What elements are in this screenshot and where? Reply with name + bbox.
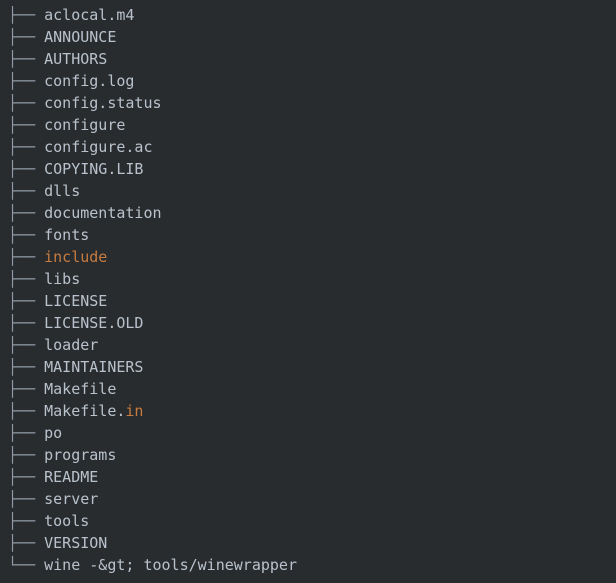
tree-entry-row: ├── server [0, 488, 616, 510]
tree-entry-row: ├── documentation [0, 202, 616, 224]
tree-branch-icon: ├── [8, 116, 45, 134]
tree-entry-row: ├── dlls [0, 180, 616, 202]
tree-entry-name: po [44, 424, 63, 442]
tree-branch-icon: ├── [8, 248, 45, 266]
tree-entry-name: AUTHORS [44, 50, 108, 68]
tree-entry-name: fonts [44, 226, 90, 244]
tree-entry-name: configure.ac [44, 138, 153, 156]
tree-entry-row: ├── LICENSE.OLD [0, 312, 616, 334]
tree-entry-row: ├── Makefile.in [0, 400, 616, 422]
tree-entry-row: ├── Makefile [0, 378, 616, 400]
tree-branch-icon: ├── [8, 512, 45, 530]
tree-branch-icon: ├── [8, 358, 45, 376]
tree-branch-icon: ├── [8, 490, 45, 508]
tree-entry-name: Makefile.in [44, 402, 143, 420]
tree-entry-row: ├── configure [0, 114, 616, 136]
tree-entry-name: config.log [44, 72, 135, 90]
tree-entry-name: wine -&gt; tools/winewrapper [44, 556, 297, 574]
tree-entry-row: ├── VERSION [0, 532, 616, 554]
tree-entry-row: ├── LICENSE [0, 290, 616, 312]
tree-entry-name: Makefile [44, 380, 117, 398]
tree-entry-name: VERSION [44, 534, 108, 552]
tree-branch-end-icon: └── [8, 556, 45, 574]
tree-entry-name: MAINTAINERS [44, 358, 144, 376]
tree-entry-name: ANNOUNCE [44, 28, 117, 46]
tree-entry-row: ├── config.log [0, 70, 616, 92]
tree-entry-name: COPYING.LIB [44, 160, 144, 178]
tree-branch-icon: ├── [8, 6, 45, 24]
tree-branch-icon: ├── [8, 226, 45, 244]
tree-entry-name: aclocal.m4 [44, 6, 135, 24]
tree-entry-row: ├── README [0, 466, 616, 488]
tree-entry-name: programs [44, 446, 117, 464]
tree-branch-icon: ├── [8, 424, 45, 442]
tree-entry-name: config.status [44, 94, 162, 112]
tree-branch-icon: ├── [8, 446, 45, 464]
tree-entry-name: loader [44, 336, 99, 354]
tree-entry-row: ├── MAINTAINERS [0, 356, 616, 378]
tree-entry-row: ├── loader [0, 334, 616, 356]
tree-branch-icon: ├── [8, 28, 45, 46]
tree-branch-icon: ├── [8, 50, 45, 68]
tree-entry-row: ├── AUTHORS [0, 48, 616, 70]
tree-entry-name: server [44, 490, 99, 508]
directory-tree-listing: ├── aclocal.m4 ├── ANNOUNCE ├── AUTHORS ├──… [0, 0, 616, 583]
tree-branch-icon: ├── [8, 534, 45, 552]
tree-entry-row: ├── fonts [0, 224, 616, 246]
tree-entry-name: include [44, 248, 108, 266]
tree-branch-icon: ├── [8, 204, 45, 222]
tree-entry-name: tools [44, 512, 90, 530]
tree-entry-name-extension: in [125, 402, 144, 420]
tree-entry-row: ├── config.status [0, 92, 616, 114]
tree-branch-icon: ├── [8, 94, 45, 112]
tree-entry-name: dlls [44, 182, 81, 200]
tree-entry-row: ├── ANNOUNCE [0, 26, 616, 48]
tree-entry-row: ├── aclocal.m4 [0, 4, 616, 26]
tree-branch-icon: ├── [8, 182, 45, 200]
tree-entry-row: ├── po [0, 422, 616, 444]
tree-entry-row: ├── include [0, 246, 616, 268]
tree-entry-row: ├── libs [0, 268, 616, 290]
tree-branch-icon: ├── [8, 402, 45, 420]
tree-entry-row: └── wine -&gt; tools/winewrapper [0, 554, 616, 576]
tree-branch-icon: ├── [8, 336, 45, 354]
tree-entry-row: ├── tools [0, 510, 616, 532]
tree-entry-name: configure [44, 116, 126, 134]
tree-entry-name: README [44, 468, 99, 486]
tree-branch-icon: ├── [8, 138, 45, 156]
tree-entry-name: LICENSE.OLD [44, 314, 144, 332]
tree-branch-icon: ├── [8, 270, 45, 288]
tree-entry-name: libs [44, 270, 81, 288]
tree-branch-icon: ├── [8, 380, 45, 398]
tree-entry-row: ├── COPYING.LIB [0, 158, 616, 180]
tree-entry-row: ├── programs [0, 444, 616, 466]
tree-branch-icon: ├── [8, 314, 45, 332]
tree-entry-row: ├── configure.ac [0, 136, 616, 158]
tree-entry-name: LICENSE [44, 292, 108, 310]
tree-branch-icon: ├── [8, 292, 45, 310]
tree-branch-icon: ├── [8, 160, 45, 178]
tree-entry-name: documentation [44, 204, 162, 222]
tree-branch-icon: ├── [8, 72, 45, 90]
tree-branch-icon: ├── [8, 468, 45, 486]
tree-entry-name-base: Makefile. [44, 402, 126, 420]
